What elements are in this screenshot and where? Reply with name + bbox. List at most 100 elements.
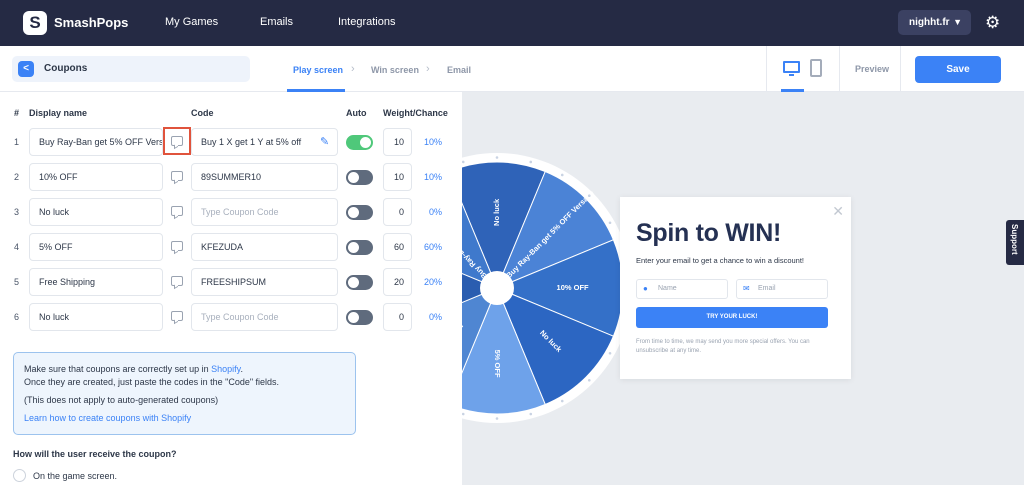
user-icon: ● (643, 284, 648, 293)
rim-dot (462, 160, 465, 164)
rim-dot (608, 221, 612, 225)
coupon-code-input[interactable]: KFEZUDA (191, 233, 338, 261)
display-name-input[interactable]: No luck (29, 198, 163, 226)
auto-toggle[interactable] (346, 135, 373, 150)
tab-play-screen[interactable]: Play screen (293, 65, 343, 75)
pencil-icon[interactable]: ✎ (320, 135, 329, 148)
info-text: Once they are created, just paste the co… (24, 377, 280, 387)
chevron-right-icon: › (351, 63, 355, 75)
comment-icon[interactable] (171, 276, 183, 286)
row-number: 2 (14, 172, 20, 182)
shopify-info-box: Make sure that coupons are correctly set… (13, 352, 356, 435)
tab-win-screen[interactable]: Win screen (371, 65, 419, 75)
coupon-code-input[interactable]: 89SUMMER10 (191, 163, 338, 191)
chance-percent: 10% (423, 137, 442, 147)
column-header-number: # (14, 108, 20, 118)
auto-toggle[interactable] (346, 310, 373, 325)
auto-toggle[interactable] (346, 275, 373, 290)
display-name-input[interactable]: No luck (29, 303, 163, 331)
weight-input[interactable]: 60 (383, 233, 412, 261)
coupon-row: 1 Buy Ray-Ban get 5% OFF Vers Buy 1 X ge… (0, 127, 462, 156)
coupon-code-input[interactable]: Buy 1 X get 1 Y at 5% off (191, 128, 338, 156)
page-title: Coupons (44, 63, 88, 74)
wheel-label: 5% OFF (493, 350, 502, 378)
coupon-row: 5 Free Shipping FREESHIPSUM 20 20% (0, 268, 462, 296)
popup-subtitle: Enter your email to get a chance to win … (636, 256, 805, 265)
comment-icon[interactable] (171, 206, 183, 216)
column-header-auto: Auto (346, 108, 367, 118)
wheel-label: No luck (492, 198, 501, 226)
account-dropdown[interactable]: nighht.fr ▼ (898, 10, 971, 35)
row-number: 1 (14, 137, 20, 147)
comment-icon[interactable] (171, 311, 183, 321)
support-label: Support (1010, 224, 1019, 255)
weight-input[interactable]: 20 (383, 268, 412, 296)
coupon-code-input[interactable]: Type Coupon Code (191, 198, 338, 226)
envelope-icon: ✉ (743, 284, 750, 293)
display-name-input[interactable]: 10% OFF (29, 163, 163, 191)
weight-input[interactable]: 10 (383, 128, 412, 156)
email-placeholder: Email (758, 285, 776, 292)
auto-toggle[interactable] (346, 205, 373, 220)
name-field[interactable]: ● Name (636, 279, 728, 299)
info-text: Make sure that coupons are correctly set… (24, 364, 212, 374)
coupon-code-input[interactable]: FREESHIPSUM (191, 268, 338, 296)
display-name-input[interactable]: Buy Ray-Ban get 5% OFF Vers (29, 128, 163, 156)
chance-percent: 0% (428, 312, 442, 322)
gear-icon[interactable]: ⚙ (985, 13, 1000, 33)
rim-dot (529, 160, 533, 164)
chance-percent: 0% (428, 207, 442, 217)
chance-percent: 20% (423, 277, 442, 287)
rim-dot (587, 378, 591, 382)
chance-percent: 10% (423, 172, 442, 182)
radio-game-screen[interactable] (13, 469, 26, 482)
preview-link[interactable]: Preview (855, 64, 889, 74)
tab-email[interactable]: Email (447, 65, 471, 75)
column-header-weight-chance: Weight/Chance (383, 108, 448, 118)
close-icon[interactable]: ✕ (832, 203, 844, 220)
row-number: 4 (14, 242, 20, 252)
tablet-device-icon[interactable] (810, 59, 822, 77)
highlight-box (163, 127, 191, 155)
radio-label: On the game screen. (33, 471, 118, 481)
column-header-display-name: Display name (29, 108, 88, 118)
rim-dot (560, 399, 564, 403)
display-name-input[interactable]: 5% OFF (29, 233, 163, 261)
support-tab[interactable]: Support (1006, 220, 1024, 265)
wheel-label: 10% OFF (557, 283, 590, 292)
info-text: (This does not apply to auto-generated c… (24, 395, 219, 405)
desktop-device-icon[interactable] (783, 61, 800, 76)
comment-icon[interactable] (171, 171, 183, 181)
weight-input[interactable]: 0 (383, 198, 412, 226)
nav-my-games[interactable]: My Games (165, 16, 218, 28)
logo-icon[interactable]: S (23, 11, 47, 35)
fine-print: From time to time, we may send you more … (636, 339, 810, 354)
chevron-down-icon: ▼ (953, 17, 962, 27)
rim-dot (608, 351, 612, 355)
brand-name[interactable]: SmashPops (54, 15, 128, 30)
auto-toggle[interactable] (346, 170, 373, 185)
auto-toggle[interactable] (346, 240, 373, 255)
spin-popup-card: ✕ Spin to WIN! Enter your email to get a… (620, 197, 851, 379)
divider (766, 46, 767, 92)
rim-dot (462, 412, 465, 416)
breadcrumb: < Coupons (12, 56, 250, 82)
weight-input[interactable]: 10 (383, 163, 412, 191)
rim-dot (495, 417, 499, 420)
display-name-input[interactable]: Free Shipping (29, 268, 163, 296)
email-field[interactable]: ✉ Email (736, 279, 828, 299)
try-your-luck-button[interactable]: TRY YOUR LUCK! (636, 307, 828, 328)
shopify-link[interactable]: Shopify (211, 364, 240, 374)
nav-emails[interactable]: Emails (260, 16, 293, 28)
nav-integrations[interactable]: Integrations (338, 16, 395, 28)
coupon-code-input[interactable]: Type Coupon Code (191, 303, 338, 331)
game-preview-area: No luck Buy Ray-Ban get 5% OFF Versace 10%… (462, 92, 1024, 485)
rim-dot (587, 194, 591, 198)
weight-input[interactable]: 0 (383, 303, 412, 331)
back-arrow-icon[interactable]: < (18, 61, 34, 77)
top-navbar: S SmashPops My Games Emails Integrations… (0, 0, 1024, 46)
learn-coupons-link[interactable]: Learn how to create coupons with Shopify (24, 412, 345, 425)
save-button[interactable]: Save (915, 56, 1001, 83)
comment-icon[interactable] (171, 241, 183, 251)
info-text: . (240, 364, 243, 374)
